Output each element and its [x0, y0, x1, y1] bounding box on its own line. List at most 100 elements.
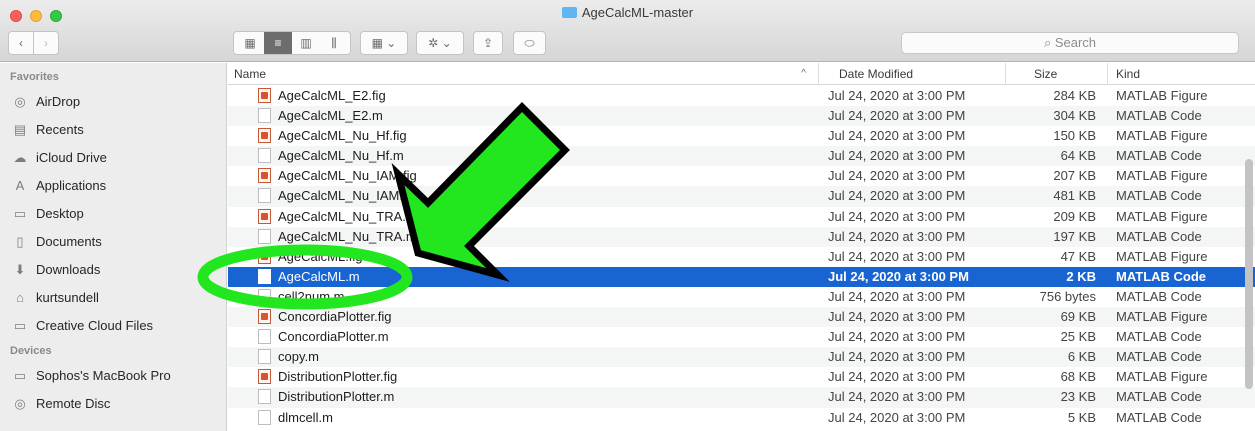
file-name-cell[interactable]: AgeCalcML_Nu_TRA.m — [258, 227, 818, 247]
file-kind: MATLAB Figure — [1116, 248, 1208, 264]
file-row[interactable]: AgeCalcML_Nu_TRA.fig Jul 24, 2020 at 3:00… — [228, 207, 1255, 227]
file-kind: MATLAB Figure — [1116, 309, 1208, 325]
sidebar-item-recents[interactable]: ▤ Recents — [10, 119, 222, 141]
file-name-cell[interactable]: copy.m — [258, 347, 818, 367]
sidebar-item-applications[interactable]: A Applications — [10, 175, 222, 197]
disc-icon: ◎ — [14, 396, 26, 411]
file-kind: MATLAB Code — [1116, 389, 1202, 405]
file-date-modified: Jul 24, 2020 at 3:00 PM — [828, 128, 966, 144]
sidebar-item-label: Creative Cloud Files — [36, 318, 154, 333]
sidebar-item-creative-cloud-files[interactable]: ▭ Creative Cloud Files — [10, 315, 222, 337]
file-kind: MATLAB Figure — [1116, 168, 1208, 184]
file-row[interactable]: copy.m Jul 24, 2020 at 3:00 PM 6 KB MATLAB … — [228, 347, 1255, 368]
sidebar-item-downloads[interactable]: ⬇ Downloads — [10, 259, 222, 281]
file-name: copy.m — [278, 349, 319, 365]
matlab-code-file-icon — [258, 228, 271, 244]
file-row[interactable]: AgeCalcML_Nu_TRA.m Jul 24, 2020 at 3:00 P… — [228, 226, 1255, 247]
search-icon: ⌕ — [1043, 35, 1055, 50]
file-kind: MATLAB Figure — [1116, 128, 1208, 144]
file-date-modified: Jul 24, 2020 at 3:00 PM — [828, 309, 966, 325]
file-name: DistributionPlotter.m — [278, 389, 395, 405]
sidebar-item-icloud-drive[interactable]: ☁ iCloud Drive — [10, 147, 222, 169]
file-name-cell[interactable]: AgeCalcML_Nu_TRA.fig — [258, 207, 818, 227]
file-row[interactable]: cell2num.m Jul 24, 2020 at 3:00 PM 756 byt… — [228, 287, 1255, 307]
sidebar-item-label: Applications — [36, 178, 107, 193]
file-name-cell[interactable]: AgeCalcML_Nu_Hf.fig — [258, 126, 818, 146]
file-kind: MATLAB Code — [1116, 108, 1202, 124]
file-name: AgeCalcML_Nu_Hf.fig — [278, 128, 407, 144]
file-row[interactable]: ConcordiaPlotter.fig Jul 24, 2020 at 3:00… — [228, 307, 1255, 328]
file-row[interactable]: AgeCalcML.fig Jul 24, 2020 at 3:00 PM 47 K… — [228, 247, 1255, 267]
sidebar-item-sophos-s-macbook-pro[interactable]: ▭ Sophos's MacBook Pro — [10, 365, 222, 387]
matlab-code-file-icon — [258, 148, 271, 164]
file-row[interactable]: AgeCalcML_E2.fig Jul 24, 2020 at 3:00 PM 2… — [228, 86, 1255, 106]
icon-view-icon[interactable]: ▦ — [236, 32, 264, 54]
matlab-code-file-icon — [258, 329, 271, 345]
column-header-size[interactable]: Size — [1006, 63, 1108, 85]
file-name: DistributionPlotter.fig — [278, 369, 398, 385]
file-name: AgeCalcML_Nu_Hf.m — [278, 148, 404, 164]
sidebar-item-label: Sophos's MacBook Pro — [36, 368, 171, 383]
file-name-cell[interactable]: AgeCalcML_Nu_IAM.m — [258, 186, 818, 206]
tags-button[interactable]: ⬭ — [513, 31, 546, 55]
file-name-cell[interactable]: AgeCalcML.m — [258, 267, 818, 287]
view-mode-control[interactable]: ▦ ≡ ▥ ⫼ — [233, 31, 351, 55]
file-date-modified: Jul 24, 2020 at 3:00 PM — [828, 369, 966, 385]
column-header-name[interactable]: Name ^ — [228, 63, 819, 85]
matlab-code-file-icon — [258, 288, 271, 304]
column-view-icon[interactable]: ▥ — [292, 32, 320, 54]
gallery-view-icon[interactable]: ⫼ — [320, 32, 348, 54]
column-header-kind[interactable]: Kind — [1108, 63, 1255, 85]
file-size: 6 KB — [1067, 349, 1096, 365]
sidebar-item-airdrop[interactable]: ◎ AirDrop — [10, 91, 222, 113]
forward-button[interactable]: › — [33, 31, 59, 55]
list-view-icon[interactable]: ≡ — [264, 32, 292, 54]
file-name: AgeCalcML_Nu_TRA.fig — [278, 208, 420, 224]
sort-ascending-icon: ^ — [801, 68, 806, 79]
file-row[interactable]: ConcordiaPlotter.m Jul 24, 2020 at 3:00 P… — [228, 327, 1255, 347]
sidebar-item-documents[interactable]: ▯ Documents — [10, 231, 222, 253]
sidebar-item-kurtsundell[interactable]: ⌂ kurtsundell — [10, 287, 222, 309]
file-row[interactable]: AgeCalcML_Nu_Hf.m Jul 24, 2020 at 3:00 PM… — [228, 146, 1255, 167]
file-size: 69 KB — [1060, 309, 1096, 325]
favorites-heading: Favorites — [10, 71, 59, 83]
file-kind: MATLAB Code — [1116, 188, 1202, 204]
file-name-cell[interactable]: ConcordiaPlotter.m — [258, 327, 818, 347]
file-row[interactable]: AgeCalcML.m Jul 24, 2020 at 3:00 PM 2 KB MA… — [228, 266, 1255, 287]
file-name-cell[interactable]: AgeCalcML_E2.m — [258, 106, 818, 126]
file-kind: MATLAB Code — [1116, 288, 1202, 304]
file-name-cell[interactable]: AgeCalcML_Nu_IAM.fig — [258, 166, 818, 186]
file-name-cell[interactable]: DistributionPlotter.fig — [258, 367, 818, 387]
file-name-cell[interactable]: dlmcell.m — [258, 408, 818, 428]
file-name: AgeCalcML_Nu_IAM.fig — [278, 168, 417, 184]
sidebar-item-desktop[interactable]: ▭ Desktop — [10, 203, 222, 225]
vertical-scrollbar[interactable] — [1245, 159, 1253, 389]
file-size: 47 KB — [1060, 248, 1096, 264]
action-gear-button[interactable]: ✲ ⌄ — [416, 31, 464, 55]
arrange-button[interactable]: ▦ ⌄ — [360, 31, 408, 55]
file-size: 197 KB — [1053, 228, 1096, 244]
file-row[interactable]: dlmcell.m Jul 24, 2020 at 3:00 PM 5 KB MATL… — [228, 408, 1255, 428]
airdrop-icon: ◎ — [14, 94, 26, 109]
file-name-cell[interactable]: DistributionPlotter.m — [258, 387, 818, 407]
file-rows: AgeCalcML_E2.fig Jul 24, 2020 at 3:00 PM 2… — [228, 86, 1255, 428]
file-row[interactable]: DistributionPlotter.m Jul 24, 2020 at 3:0… — [228, 387, 1255, 408]
search-field[interactable]: ⌕ Search — [901, 32, 1239, 54]
file-name-cell[interactable]: cell2num.m — [258, 287, 818, 307]
file-name-cell[interactable]: ConcordiaPlotter.fig — [258, 307, 818, 327]
file-name-cell[interactable]: AgeCalcML_Nu_Hf.m — [258, 146, 818, 166]
file-row[interactable]: AgeCalcML_Nu_Hf.fig Jul 24, 2020 at 3:00 … — [228, 126, 1255, 146]
back-button[interactable]: ‹ — [8, 31, 34, 55]
column-header-date-modified[interactable]: Date Modified — [819, 63, 1006, 85]
sidebar-item-remote-disc[interactable]: ◎ Remote Disc — [10, 393, 222, 415]
share-button[interactable]: ⇪ — [473, 31, 503, 55]
file-row[interactable]: AgeCalcML_Nu_IAM.m Jul 24, 2020 at 3:00 P… — [228, 186, 1255, 207]
file-name-cell[interactable]: AgeCalcML.fig — [258, 247, 818, 267]
file-row[interactable]: DistributionPlotter.fig Jul 24, 2020 at 3… — [228, 367, 1255, 387]
file-row[interactable]: AgeCalcML_E2.m Jul 24, 2020 at 3:00 PM 304… — [228, 106, 1255, 127]
downloads-icon: ⬇ — [14, 262, 26, 277]
sidebar-item-label: kurtsundell — [36, 290, 99, 305]
file-name-cell[interactable]: AgeCalcML_E2.fig — [258, 86, 818, 106]
file-date-modified: Jul 24, 2020 at 3:00 PM — [828, 168, 966, 184]
file-row[interactable]: AgeCalcML_Nu_IAM.fig Jul 24, 2020 at 3:00… — [228, 166, 1255, 186]
